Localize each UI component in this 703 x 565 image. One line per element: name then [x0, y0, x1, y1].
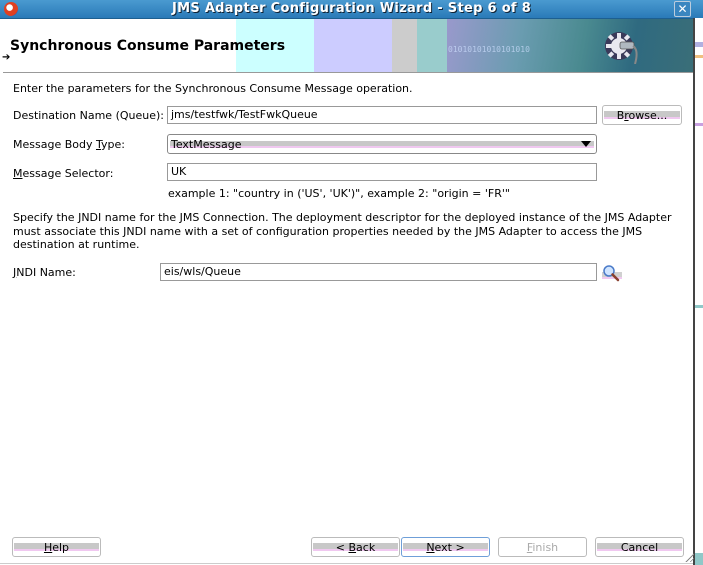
jndi-name-label: JNDI Name: — [13, 266, 76, 279]
help-button[interactable]: Help — [12, 537, 101, 557]
finish-button: Finish — [498, 537, 587, 557]
title-bar: JMS Adapter Configuration Wizard - Step … — [0, 0, 703, 19]
message-selector-example: example 1: "country in ('US', 'UK')", ex… — [168, 187, 510, 200]
destination-name-label: Destination Name (Queue): — [13, 109, 164, 122]
message-selector-input[interactable]: UK — [167, 163, 597, 181]
next-button[interactable]: Next > — [401, 537, 490, 557]
banner-binary-text: 01010101010101010 — [448, 45, 530, 54]
destination-name-input[interactable]: jms/testfwk/TestFwkQueue — [167, 106, 597, 124]
intro-text: Enter the parameters for the Synchronous… — [13, 82, 413, 95]
wizard-banner: 01010101010101010 — [236, 19, 693, 72]
footer-divider — [0, 563, 693, 564]
message-selector-label: Message Selector: — [13, 167, 114, 180]
search-icon[interactable] — [601, 264, 623, 282]
back-button[interactable]: < Back — [311, 537, 400, 557]
message-body-type-label: Message Body Type: — [13, 138, 125, 151]
chevron-down-icon[interactable] — [581, 141, 591, 147]
adapter-gear-icon — [605, 32, 638, 64]
cancel-button[interactable]: Cancel — [595, 537, 684, 557]
message-body-type-value: TextMessage — [171, 138, 242, 151]
message-body-type-select[interactable]: TextMessage — [167, 134, 597, 154]
jndi-description: Specify the JNDI name for the JMS Connec… — [13, 211, 672, 251]
page-title: Synchronous Consume Parameters — [10, 38, 286, 54]
window-title: JMS Adapter Configuration Wizard - Step … — [171, 1, 532, 16]
resize-grip-icon[interactable] — [684, 552, 694, 562]
header-divider — [3, 72, 693, 73]
background-window-edge — [693, 18, 703, 565]
jndi-name-input[interactable]: eis/wls/Queue — [160, 263, 597, 281]
browse-button[interactable]: Browse... — [602, 105, 682, 125]
close-icon[interactable]: ✕ — [674, 1, 691, 17]
